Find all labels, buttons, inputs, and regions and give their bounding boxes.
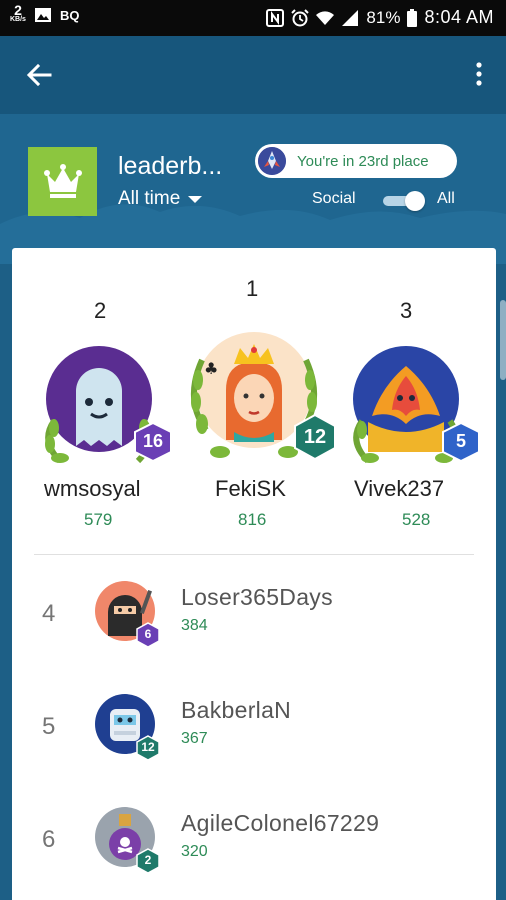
wifi-icon — [316, 10, 335, 25]
level-badge-value: 6 — [144, 627, 152, 641]
level-badge-value: 16 — [142, 431, 164, 451]
level-badge-value: 2 — [144, 853, 152, 867]
podium-entry-3[interactable]: 3 5 Vivek237 528 — [348, 248, 488, 538]
divider — [34, 554, 474, 555]
player-score: 528 — [402, 510, 431, 529]
row-rank: 6 — [42, 826, 56, 853]
carrier-label: BQ — [59, 7, 80, 23]
signal-icon — [342, 9, 359, 26]
more-vertical-icon[interactable] — [472, 60, 486, 90]
player-name: BakberlaN — [181, 697, 292, 723]
my-place-badge[interactable]: You're in 23rd place — [255, 144, 457, 178]
player-name: AgileColonel67229 — [181, 810, 380, 836]
leaderboard-card: 2 16 wmsosyal 579 1 ♣ 12 FekiSK 816 3 5 … — [12, 248, 496, 900]
player-score: 384 — [181, 617, 208, 634]
leaderboard-logo — [28, 147, 97, 216]
player-name: wmsosyal — [44, 476, 141, 501]
podium-entry-2[interactable]: 2 16 wmsosyal 579 — [36, 248, 172, 538]
status-left: 2 KB/s BQ — [10, 2, 80, 25]
player-name: Vivek237 — [354, 476, 445, 501]
list-item[interactable]: 5 12 BakberlaN 367 — [12, 693, 496, 793]
leaderboard-header: leaderb... All time You're in 23rd place… — [0, 114, 506, 264]
podium: 2 16 wmsosyal 579 1 ♣ 12 FekiSK 816 3 5 … — [12, 248, 496, 548]
row-rank: 4 — [42, 600, 56, 627]
my-avatar — [256, 145, 288, 177]
status-bar: 2 KB/s BQ 81% 8:04 AM — [0, 0, 506, 36]
network-speed-unit: KB/s — [10, 16, 26, 23]
caret-down-icon — [188, 195, 203, 203]
list-item[interactable]: 6 2 AgileColonel67229 320 — [12, 806, 496, 900]
period-dropdown[interactable]: All time — [118, 188, 203, 210]
battery-percent: 81% — [366, 7, 401, 27]
rocket-icon — [258, 147, 286, 175]
svg-text:♣: ♣ — [204, 359, 218, 378]
alarm-icon — [291, 8, 310, 26]
level-badge-value: 12 — [303, 426, 327, 448]
toggle-social-label: Social — [312, 190, 356, 207]
network-speed: 2 KB/s — [10, 2, 26, 25]
nfc-icon — [266, 8, 285, 27]
toggle-all-label: All — [437, 190, 455, 207]
player-score: 816 — [238, 510, 267, 529]
player-score: 579 — [84, 510, 113, 529]
arrow-left-icon[interactable] — [22, 58, 56, 92]
my-place-text: You're in 23rd place — [297, 152, 429, 170]
social-all-toggle[interactable] — [381, 191, 425, 211]
player-name: Loser365Days — [181, 584, 333, 610]
period-label: All time — [118, 188, 181, 209]
battery-icon — [407, 8, 418, 27]
list-item[interactable]: 4 6 Loser365Days 384 — [12, 580, 496, 680]
network-speed-value: 2 — [14, 2, 22, 18]
player-name: FekiSK — [215, 476, 286, 501]
podium-rank: 1 — [246, 276, 259, 301]
scrollbar[interactable] — [500, 300, 506, 380]
toggle-thumb — [405, 191, 425, 211]
player-score: 367 — [181, 730, 208, 747]
podium-rank: 3 — [400, 298, 413, 323]
player-score: 320 — [181, 843, 208, 860]
level-badge-value: 12 — [141, 740, 155, 754]
crown-icon — [43, 163, 82, 198]
page-title: leaderb... — [118, 152, 223, 180]
app-bar — [0, 36, 506, 114]
level-badge-value: 5 — [455, 431, 466, 451]
podium-rank: 2 — [94, 298, 107, 323]
podium-entry-1[interactable]: 1 ♣ 12 FekiSK 816 — [176, 248, 336, 538]
status-right: 81% 8:04 AM — [266, 7, 494, 28]
clock: 8:04 AM — [424, 7, 494, 27]
row-rank: 5 — [42, 713, 56, 740]
image-icon — [34, 8, 51, 22]
